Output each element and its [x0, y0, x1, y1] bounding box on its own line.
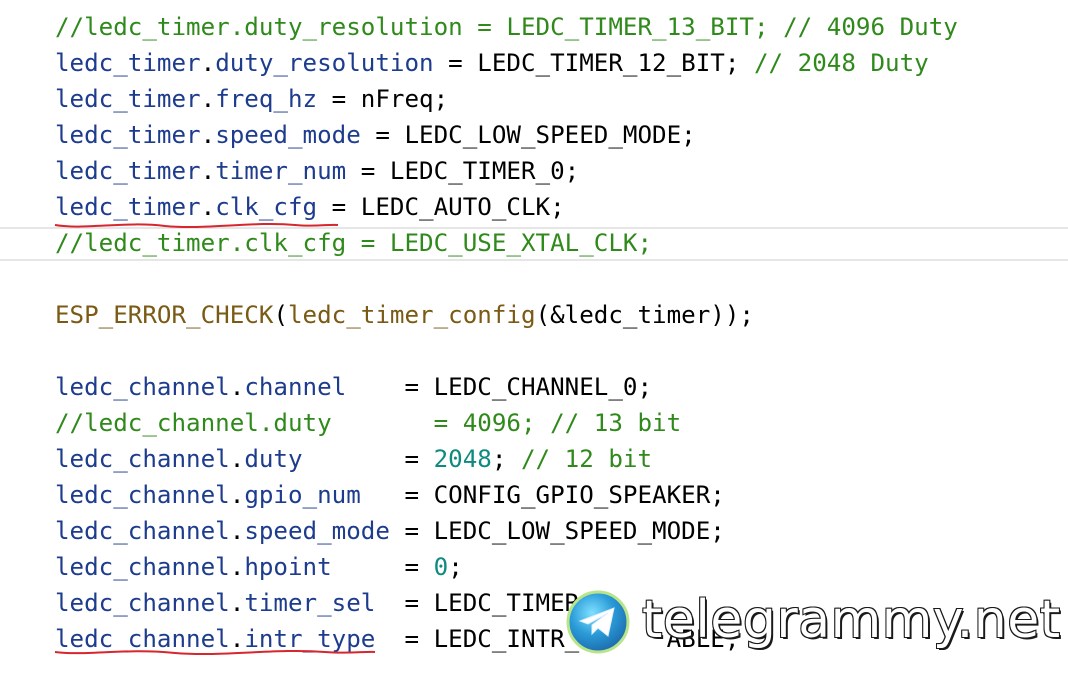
code-token: .: [229, 373, 245, 401]
code-token: .: [200, 49, 216, 77]
code-line[interactable]: ledc_timer.freq_hz = nFreq;: [55, 81, 448, 117]
code-line[interactable]: ledc_channel.duty = 2048; // 12 bit: [55, 441, 652, 477]
code-token: //ledc_timer.duty_resolution = LEDC_TIME…: [55, 13, 958, 41]
code-token: duty: [244, 445, 303, 473]
code-token: // 12 bit: [521, 445, 653, 473]
code-token: ledc_timer: [55, 193, 201, 221]
code-token: ledc_channel: [55, 517, 230, 545]
code-token: ;: [491, 445, 521, 473]
code-token: 2048: [433, 445, 492, 473]
code-line[interactable]: ESP_ERROR_CHECK(ledc_timer_config(&ledc_…: [55, 297, 754, 333]
code-token: =: [302, 445, 434, 473]
code-token: ledc_timer: [55, 49, 201, 77]
code-token: = LEDC_INTR_: [375, 625, 580, 653]
code-token: ESP_ERROR_CHECK: [55, 301, 274, 329]
code-token: ledc_channel: [55, 589, 230, 617]
code-token: ledc_channel: [55, 373, 230, 401]
code-line[interactable]: ledc_channel.speed_mode = LEDC_LOW_SPEED…: [55, 513, 725, 549]
code-token: //ledc_channel.duty = 4096; // 13 bit: [55, 409, 682, 437]
code-editor[interactable]: //ledc_timer.duty_resolution = LEDC_TIME…: [0, 0, 1068, 684]
code-line[interactable]: ledc_channel.timer_sel = LEDC_TIMER: [55, 585, 579, 621]
code-token: ;: [448, 553, 463, 581]
code-token: //ledc_timer.clk_cfg = LEDC_USE_XTAL_CLK…: [55, 229, 653, 257]
spell-underline-clk-cfg: [54, 222, 339, 229]
code-line[interactable]: ledc_channel.channel = LEDC_CHANNEL_0;: [55, 369, 652, 405]
code-token: =: [331, 553, 434, 581]
code-token: .: [229, 589, 245, 617]
code-token: gpio_num: [244, 481, 361, 509]
code-token: speed_mode: [244, 517, 390, 545]
code-token: ledc_channel: [55, 481, 230, 509]
code-line[interactable]: //ledc_channel.duty = 4096; // 13 bit: [55, 405, 681, 441]
code-token: .: [229, 517, 245, 545]
code-token: .: [229, 445, 245, 473]
code-token: .: [200, 85, 216, 113]
code-token: clk_cfg: [215, 193, 318, 221]
watermark-text: telegrammy.net: [641, 589, 1061, 651]
telegram-paper-plane-icon: [566, 590, 630, 654]
code-token: = LEDC_TIMER_0;: [346, 157, 580, 185]
code-line[interactable]: ledc_channel.gpio_num = CONFIG_GPIO_SPEA…: [55, 477, 725, 513]
code-token: = nFreq;: [317, 85, 449, 113]
code-token: (: [273, 301, 288, 329]
code-token: = LEDC_CHANNEL_0;: [346, 373, 653, 401]
code-token: .: [200, 193, 216, 221]
code-token: timer_sel: [244, 589, 376, 617]
code-line[interactable]: ledc_timer.speed_mode = LEDC_LOW_SPEED_M…: [55, 117, 696, 153]
code-token: .: [200, 121, 216, 149]
watermark: telegrammy.net: [566, 588, 1061, 658]
code-token: ledc_timer: [55, 85, 201, 113]
code-token: ledc_channel: [55, 445, 230, 473]
code-token: speed_mode: [215, 121, 361, 149]
code-token: timer_num: [215, 157, 347, 185]
code-token: .: [200, 157, 216, 185]
code-token: channel: [244, 373, 347, 401]
code-token: .: [229, 553, 245, 581]
code-line[interactable]: ledc_channel.hpoint = 0;: [55, 549, 463, 585]
code-token: freq_hz: [215, 85, 318, 113]
code-token: ledc_channel: [55, 553, 230, 581]
code-token: = CONFIG_GPIO_SPEAKER;: [360, 481, 725, 509]
code-token: (&ledc_timer));: [535, 301, 754, 329]
code-line[interactable]: ledc_timer.duty_resolution = LEDC_TIMER_…: [55, 45, 929, 81]
code-token: = LEDC_AUTO_CLK;: [317, 193, 565, 221]
spell-underline-intr-type: [54, 649, 376, 656]
code-token: = LEDC_TIMER: [375, 589, 580, 617]
code-token: duty_resolution: [215, 49, 434, 77]
code-line[interactable]: //ledc_timer.duty_resolution = LEDC_TIME…: [55, 9, 958, 45]
code-token: ledc_timer_config: [288, 301, 536, 329]
code-token: ledc_timer: [55, 157, 201, 185]
code-token: = LEDC_TIMER_12_BIT;: [433, 49, 754, 77]
code-token: = LEDC_LOW_SPEED_MODE;: [360, 121, 696, 149]
code-token: = LEDC_LOW_SPEED_MODE;: [389, 517, 725, 545]
code-token: ledc_timer: [55, 121, 201, 149]
code-token: 0: [433, 553, 449, 581]
code-token: // 2048 Duty: [754, 49, 929, 77]
code-token: hpoint: [244, 553, 332, 581]
code-token: .: [229, 481, 245, 509]
code-line[interactable]: ledc_timer.timer_num = LEDC_TIMER_0;: [55, 153, 579, 189]
